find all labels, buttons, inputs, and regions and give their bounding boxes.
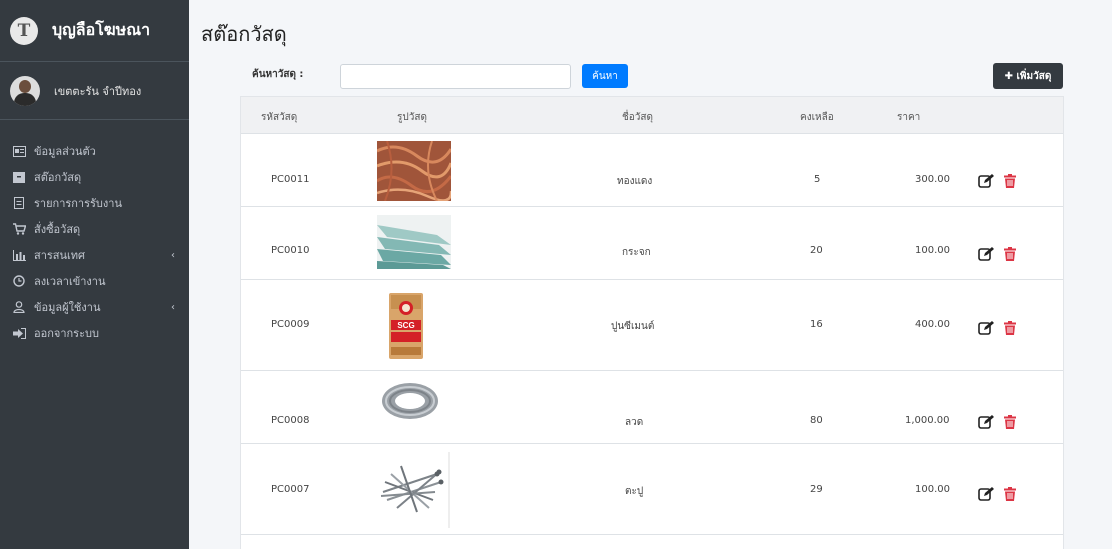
table-header: รหัสวัสดุ รูปวัสดุ ชื่อวัสดุ คงเหลือ ราค…: [241, 97, 1063, 134]
trash-icon[interactable]: [1004, 247, 1016, 261]
edit-icon[interactable]: [978, 174, 994, 188]
material-name: ปูนซีเมนต์: [611, 321, 655, 332]
material-price: 100.00: [915, 484, 950, 495]
material-qty: 5: [814, 174, 821, 185]
material-price: 400.00: [915, 319, 950, 330]
col-code-header: รหัสวัสดุ: [261, 112, 298, 123]
table-row: PC0011 ทองแดง 5 300.00: [241, 134, 1063, 207]
material-price: 300.00: [915, 174, 950, 185]
row-actions: [978, 487, 1016, 501]
table-row: PC0008 ลวด 80 1,000.00: [241, 371, 1063, 444]
material-code: PC0010: [271, 245, 310, 256]
id-card-icon: [12, 145, 26, 157]
col-price-header: ราคา: [897, 112, 921, 123]
wire-coil-image: [380, 381, 440, 421]
bar-chart-icon: [12, 249, 26, 261]
table-row: PC0010 กระจก 20 100.00: [241, 207, 1063, 280]
material-price: 100.00: [915, 245, 950, 256]
stock-table: รหัสวัสดุ รูปวัสดุ ชื่อวัสดุ คงเหลือ ราค…: [240, 96, 1064, 549]
row-actions: [978, 321, 1016, 335]
material-name: กระจก: [622, 247, 651, 258]
nails-image: [377, 452, 451, 528]
edit-icon[interactable]: [978, 487, 994, 501]
brand[interactable]: T บุญลือโฆษณา: [0, 0, 189, 62]
material-qty: 16: [810, 319, 823, 330]
material-code: PC0011: [271, 174, 310, 185]
sidebar-item-order[interactable]: สั่งซื้อวัสดุ: [0, 216, 189, 242]
search-input[interactable]: [340, 64, 571, 89]
sidebar-item-logout[interactable]: ออกจากระบบ: [0, 320, 189, 346]
logout-icon: [12, 327, 26, 339]
box-icon: [12, 171, 26, 183]
material-code: PC0008: [271, 415, 310, 426]
search-label: ค้นหาวัสดุ :: [252, 69, 304, 80]
sidebar-item-profile[interactable]: ข้อมูลส่วนตัว: [0, 138, 189, 164]
avatar: [10, 75, 40, 106]
row-actions: [978, 415, 1016, 429]
cement-bag-image: SCG: [388, 291, 424, 361]
trash-icon[interactable]: [1004, 174, 1016, 188]
material-price: 1,000.00: [905, 415, 950, 426]
table-row: PC0007 ตะปู 29 100.00: [241, 444, 1063, 535]
sidebar-item-users[interactable]: ข้อมูลผู้ใช้งาน ‹: [0, 294, 189, 320]
glass-sheet-image: [377, 215, 451, 269]
sidebar: T บุญลือโฆษณา เขตตะรัน จำปีทอง ข้อมูลส่ว…: [0, 0, 189, 549]
material-name: ทองแดง: [617, 176, 653, 187]
copper-wire-image: [377, 141, 451, 201]
chevron-left-icon: ‹: [171, 249, 175, 261]
material-qty: 20: [810, 245, 823, 256]
material-qty: 80: [810, 415, 823, 426]
table-row: PC0009 SCG ปูนซีเมนต์ 16 400.00: [241, 280, 1063, 371]
page-title: สต๊อกวัสดุ: [201, 22, 287, 46]
user-name: เขตตะรัน จำปีทอง: [54, 84, 142, 98]
material-name: ลวด: [625, 417, 644, 428]
user-panel[interactable]: เขตตะรัน จำปีทอง: [0, 62, 189, 120]
material-code: PC0007: [271, 484, 310, 495]
cart-icon: [12, 223, 26, 235]
sidebar-item-stock[interactable]: สต๊อกวัสดุ: [0, 164, 189, 190]
material-qty: 29: [810, 484, 823, 495]
edit-icon[interactable]: [978, 247, 994, 261]
sidebar-item-jobs[interactable]: รายการการรับงาน: [0, 190, 189, 216]
row-actions: [978, 174, 1016, 188]
col-qty-header: คงเหลือ: [800, 112, 834, 123]
trash-icon[interactable]: [1004, 487, 1016, 501]
user-icon: [12, 301, 26, 313]
sidebar-item-timeclock[interactable]: ลงเวลาเข้างาน: [0, 268, 189, 294]
col-image-header: รูปวัสดุ: [397, 112, 427, 123]
sidebar-item-info[interactable]: สารสนเทศ ‹: [0, 242, 189, 268]
brand-logo: T: [10, 16, 38, 45]
add-material-button[interactable]: ✚ เพิ่มวัสดุ: [993, 63, 1063, 89]
edit-icon[interactable]: [978, 415, 994, 429]
trash-icon[interactable]: [1004, 415, 1016, 429]
sidebar-nav: ข้อมูลส่วนตัว สต๊อกวัสดุ รายการการรับงาน…: [0, 120, 189, 346]
chevron-left-icon: ‹: [171, 301, 175, 313]
edit-icon[interactable]: [978, 321, 994, 335]
row-actions: [978, 247, 1016, 261]
brand-name: บุญลือโฆษณา: [52, 20, 151, 39]
trash-icon[interactable]: [1004, 321, 1016, 335]
cement-brand-text: SCG: [397, 321, 414, 330]
material-name: ตะปู: [625, 486, 644, 497]
material-code: PC0009: [271, 319, 310, 330]
col-name-header: ชื่อวัสดุ: [622, 112, 654, 123]
search-button[interactable]: ค้นหา: [582, 64, 628, 88]
clock-icon: [12, 275, 26, 287]
document-icon: [12, 197, 26, 209]
